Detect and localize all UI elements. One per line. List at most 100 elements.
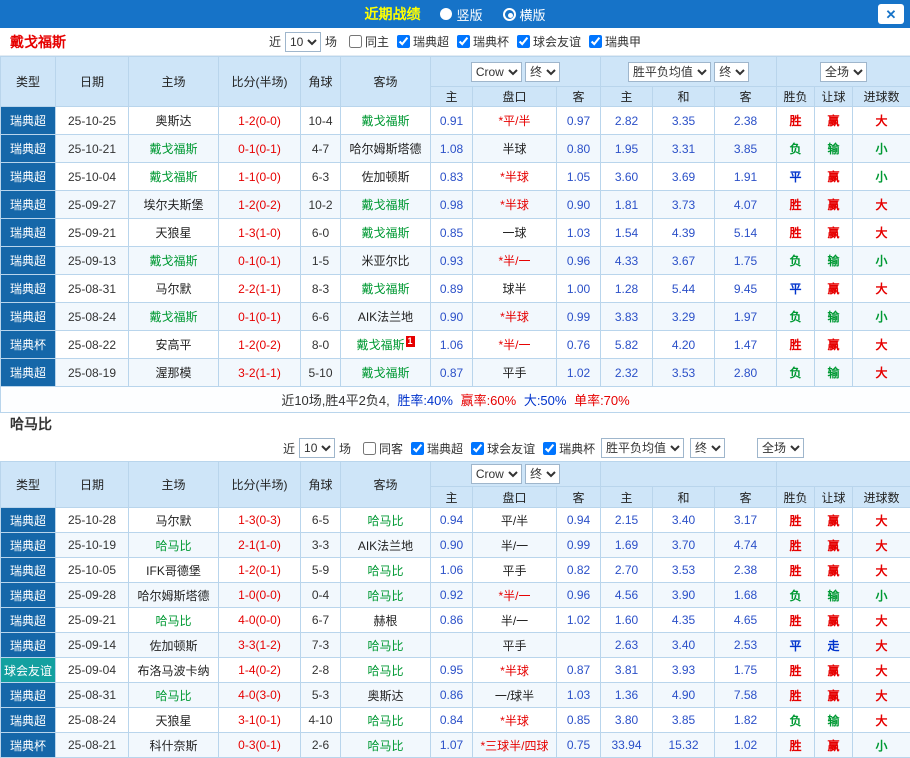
home-team-cell: 渥那模 bbox=[129, 359, 219, 387]
handicap-cell: 平手 bbox=[473, 359, 557, 387]
team2-name: 哈马比 bbox=[10, 414, 52, 434]
checkbox-input[interactable] bbox=[471, 442, 484, 455]
euro-draw-odds-cell: 3.85 bbox=[653, 708, 715, 733]
handicap-cell: *半球 bbox=[473, 658, 557, 683]
euro-odds-select-2[interactable]: 胜平负均值 bbox=[601, 438, 684, 458]
asian-final-select[interactable]: 终 bbox=[525, 62, 560, 82]
team2-results-tbody: 瑞典超25-10-28马尔默1-3(0-3)6-5哈马比0.94平/半0.942… bbox=[1, 508, 910, 758]
match-row: 瑞典超25-10-19哈马比2-1(1-0)3-3AIK法兰地0.90半/一0.… bbox=[1, 533, 910, 558]
euro-odds-select[interactable]: 胜平负均值 bbox=[628, 62, 711, 82]
match-count-select-2[interactable]: 10 bbox=[299, 438, 335, 458]
checkbox-input[interactable] bbox=[411, 442, 424, 455]
checkbox-input[interactable] bbox=[543, 442, 556, 455]
checkbox-input[interactable] bbox=[517, 35, 530, 48]
goals-cell: 小 bbox=[853, 135, 910, 163]
euro-draw-odds-cell: 3.67 bbox=[653, 247, 715, 275]
league-cell: 瑞典超 bbox=[1, 191, 56, 219]
goals-cell: 小 bbox=[853, 733, 910, 758]
goals-cell: 大 bbox=[853, 508, 910, 533]
col-corner-2: 角球 bbox=[301, 462, 341, 508]
filter-checkbox[interactable]: 瑞典超 bbox=[411, 440, 463, 457]
subcol-asian-home-2: 主 bbox=[431, 487, 473, 508]
col-type-2: 类型 bbox=[1, 462, 56, 508]
result-cell: 胜 bbox=[777, 733, 815, 758]
bookmaker-select[interactable]: Crow bbox=[471, 62, 522, 82]
scope-select-2[interactable]: 全场 bbox=[757, 438, 804, 458]
euro-final-select-2[interactable]: 终 bbox=[690, 438, 725, 458]
result-cell: 胜 bbox=[777, 558, 815, 583]
handicap-result-cell: 赢 bbox=[815, 608, 853, 633]
handicap-result-cell: 输 bbox=[815, 135, 853, 163]
score-cell: 2-1(1-0) bbox=[219, 533, 301, 558]
home-team-cell: 哈尔姆斯塔德 bbox=[129, 583, 219, 608]
score-cell: 0-1(0-1) bbox=[219, 303, 301, 331]
asian-home-odds-cell: 0.86 bbox=[431, 608, 473, 633]
asian-odds-header-2: Crow 终 bbox=[431, 462, 601, 487]
corner-cell: 5-3 bbox=[301, 683, 341, 708]
filter-checkbox[interactable]: 瑞典杯 bbox=[543, 440, 595, 457]
euro-draw-odds-cell: 15.32 bbox=[653, 733, 715, 758]
result-cell: 胜 bbox=[777, 608, 815, 633]
corner-cell: 2-6 bbox=[301, 733, 341, 758]
match-row: 瑞典超25-09-27埃尔夫斯堡1-2(0-2)10-2戴戈福斯0.98*半球0… bbox=[1, 191, 910, 219]
checkbox-input[interactable] bbox=[589, 35, 602, 48]
filter-checkbox[interactable]: 球会友谊 bbox=[517, 33, 581, 50]
col-date-2: 日期 bbox=[56, 462, 129, 508]
euro-home-odds-cell: 2.32 bbox=[601, 359, 653, 387]
summary-part: 胜率:40% bbox=[397, 393, 453, 408]
checkbox-input[interactable] bbox=[457, 35, 470, 48]
asian-home-odds-cell: 1.07 bbox=[431, 733, 473, 758]
euro-final-select[interactable]: 终 bbox=[714, 62, 749, 82]
handicap-cell: *半/一 bbox=[473, 583, 557, 608]
euro-home-odds-cell: 3.81 bbox=[601, 658, 653, 683]
filter-checkbox[interactable]: 球会友谊 bbox=[471, 440, 535, 457]
col-away: 客场 bbox=[341, 57, 431, 107]
home-team-cell: 天狼星 bbox=[129, 708, 219, 733]
bookmaker-select-2[interactable]: Crow bbox=[471, 464, 522, 484]
checkbox-input[interactable] bbox=[363, 442, 376, 455]
euro-home-odds-cell: 1.60 bbox=[601, 608, 653, 633]
result-cell: 胜 bbox=[777, 683, 815, 708]
summary-part: 单率:70% bbox=[570, 393, 629, 408]
horizontal-layout-radio[interactable]: 横版 bbox=[503, 5, 546, 24]
subcol-asian-away-2: 客 bbox=[557, 487, 601, 508]
filter-checkbox[interactable]: 同主 bbox=[349, 33, 389, 50]
league-cell: 瑞典超 bbox=[1, 247, 56, 275]
subcol-euro-draw: 和 bbox=[653, 87, 715, 107]
asian-home-odds-cell: 0.85 bbox=[431, 219, 473, 247]
corner-cell: 6-5 bbox=[301, 508, 341, 533]
euro-home-odds-cell: 33.94 bbox=[601, 733, 653, 758]
filter-checkbox[interactable]: 瑞典杯 bbox=[457, 33, 509, 50]
euro-home-odds-cell: 1.36 bbox=[601, 683, 653, 708]
euro-draw-odds-cell: 4.39 bbox=[653, 219, 715, 247]
filter-checkbox[interactable]: 瑞典甲 bbox=[589, 33, 641, 50]
asian-away-odds-cell: 0.80 bbox=[557, 135, 601, 163]
asian-home-odds-cell: 0.90 bbox=[431, 303, 473, 331]
match-row: 瑞典超25-08-24天狼星3-1(0-1)4-10哈马比0.84*半球0.85… bbox=[1, 708, 910, 733]
away-team-cell: 米亚尔比 bbox=[341, 247, 431, 275]
vertical-layout-radio[interactable]: 竖版 bbox=[440, 5, 482, 24]
asian-final-select-2[interactable]: 终 bbox=[525, 464, 560, 484]
checkbox-label: 瑞典甲 bbox=[605, 33, 641, 50]
corner-cell: 0-4 bbox=[301, 583, 341, 608]
filter-checkbox[interactable]: 瑞典超 bbox=[397, 33, 449, 50]
checkbox-label: 瑞典超 bbox=[413, 33, 449, 50]
filter-checkbox[interactable]: 同客 bbox=[363, 440, 403, 457]
summary-part: 大:50% bbox=[520, 393, 566, 408]
result-cell: 负 bbox=[777, 247, 815, 275]
handicap-cell: 半/一 bbox=[473, 608, 557, 633]
date-cell: 25-08-19 bbox=[56, 359, 129, 387]
score-cell: 2-2(1-1) bbox=[219, 275, 301, 303]
handicap-cell: 一球 bbox=[473, 219, 557, 247]
scope-select[interactable]: 全场 bbox=[820, 62, 867, 82]
euro-draw-odds-cell: 3.93 bbox=[653, 658, 715, 683]
checkbox-input[interactable] bbox=[349, 35, 362, 48]
match-count-select[interactable]: 10 bbox=[285, 32, 321, 52]
handicap-cell: *三球半/四球 bbox=[473, 733, 557, 758]
asian-home-odds-cell: 0.90 bbox=[431, 533, 473, 558]
handicap-result-cell: 赢 bbox=[815, 683, 853, 708]
close-button[interactable]: ✕ bbox=[878, 4, 904, 24]
checkbox-input[interactable] bbox=[397, 35, 410, 48]
euro-draw-odds-cell: 3.53 bbox=[653, 359, 715, 387]
checkbox-label: 球会友谊 bbox=[533, 33, 581, 50]
